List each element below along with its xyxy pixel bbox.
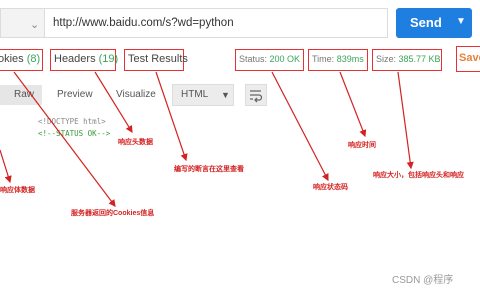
annotation-test-results: 编写的断言在这里查看: [174, 166, 244, 173]
annotation-cookies-info: 服务器返回的Cookies信息: [71, 210, 155, 217]
annotation-response-headers: 响应头数据: [118, 139, 153, 146]
annotation-status-code: 响应状态码: [313, 184, 348, 191]
annotation-arrows: [0, 71, 414, 207]
watermark: CSDN @程序: [392, 275, 454, 286]
annotation-response-time: 响应时间: [348, 142, 376, 149]
annotation-response-body: 响应体数据: [0, 187, 35, 194]
annotation-response-size: 响应大小，包括响应头和响应: [373, 172, 464, 179]
